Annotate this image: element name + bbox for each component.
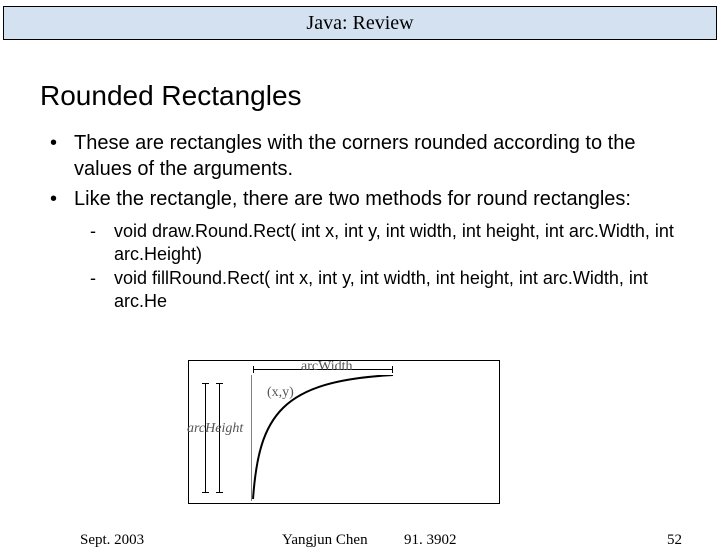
bullet-text: These are rectangles with the corners ro… — [74, 130, 680, 182]
footer-date: Sept. 2003 — [80, 532, 144, 549]
bullet-text: Like the rectangle, there are two method… — [74, 186, 680, 212]
rounded-rect-diagram: arcWidth (x,y) arcHeight — [188, 360, 500, 504]
slide-title: Rounded Rectangles — [40, 80, 720, 112]
slide-header: Java: Review — [3, 6, 717, 40]
footer-course: 91. 3902 — [404, 532, 457, 549]
dash-icon: - — [90, 267, 114, 312]
arcwidth-label: arcWidth — [301, 359, 353, 375]
bullet-dot-icon: • — [50, 130, 74, 182]
bullet-item: • These are rectangles with the corners … — [50, 130, 680, 182]
sub-item: - void draw.Round.Rect( int x, int y, in… — [90, 220, 680, 265]
corner-curve-icon — [251, 375, 491, 501]
sub-item: - void fillRound.Rect( int x, int y, int… — [90, 267, 680, 312]
sub-text: void fillRound.Rect( int x, int y, int w… — [114, 267, 680, 312]
bullet-item: • Like the rectangle, there are two meth… — [50, 186, 680, 212]
sub-text: void draw.Round.Rect( int x, int y, int … — [114, 220, 680, 265]
bullet-list: • These are rectangles with the corners … — [50, 130, 680, 212]
footer-author: Yangjun Chen — [282, 532, 368, 549]
footer-page-number: 52 — [667, 532, 682, 549]
dash-icon: - — [90, 220, 114, 265]
sub-list: - void draw.Round.Rect( int x, int y, in… — [90, 220, 680, 312]
bullet-dot-icon: • — [50, 186, 74, 212]
archeight-label: arcHeight — [187, 421, 243, 437]
